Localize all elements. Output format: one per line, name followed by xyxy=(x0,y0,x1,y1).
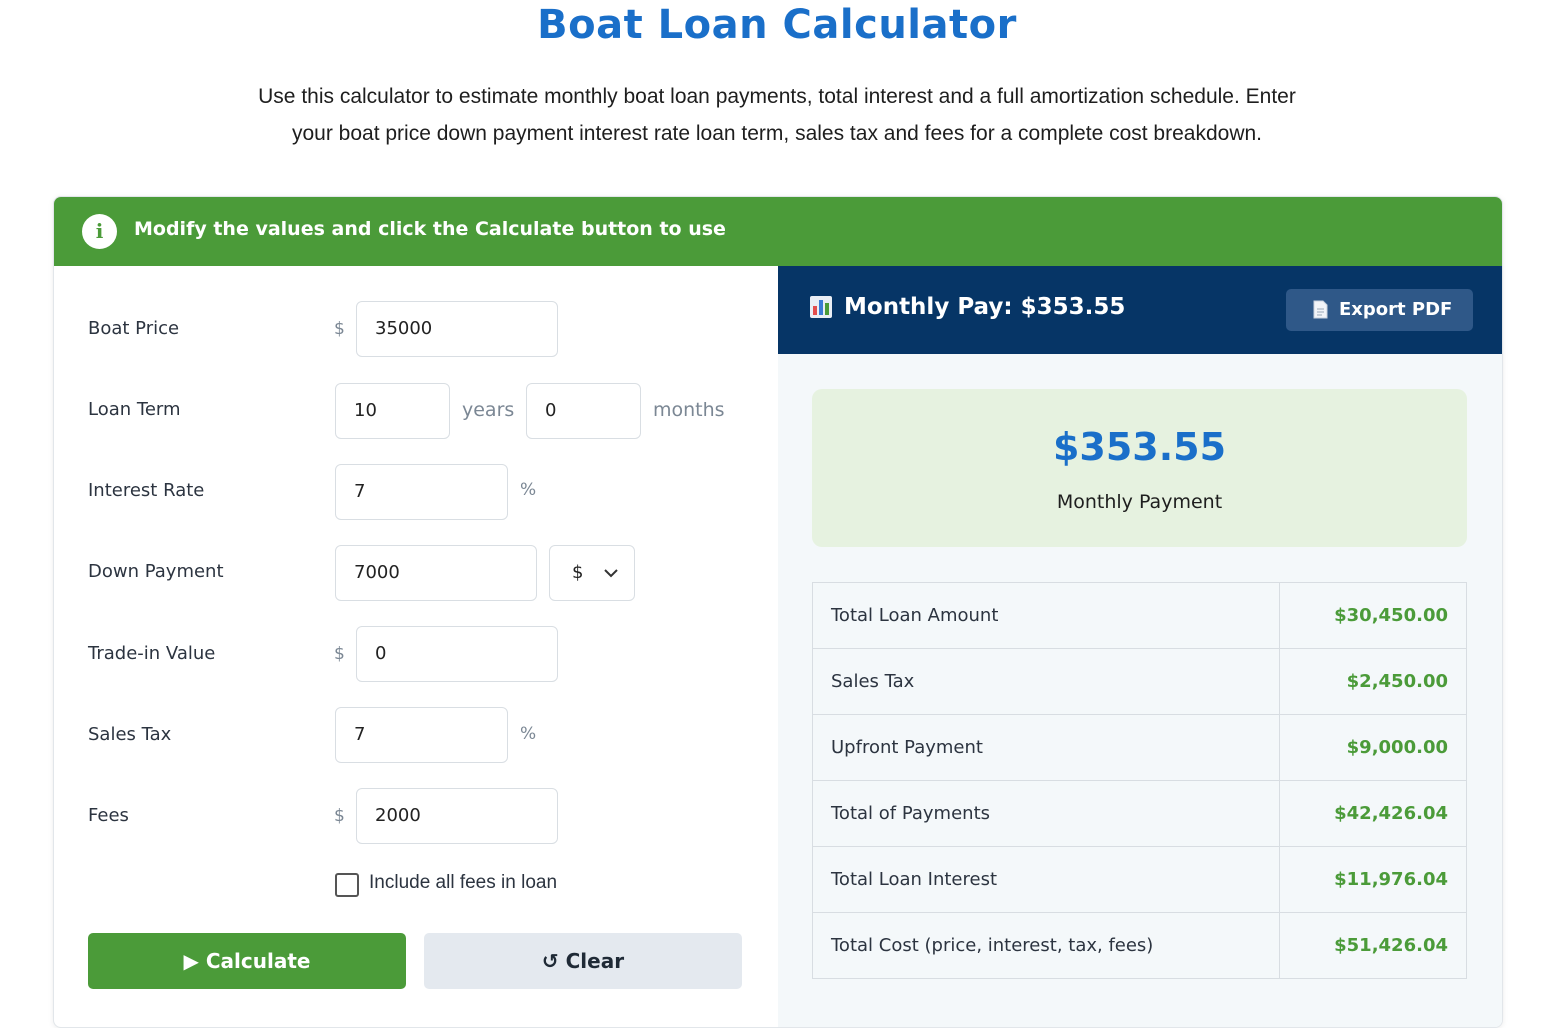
intro-line-1: Use this calculator to estimate monthly … xyxy=(258,85,1296,108)
fees-label: Fees xyxy=(88,805,129,826)
row-value: $51,426.04 xyxy=(1279,912,1467,979)
row-label: Total Loan Amount xyxy=(812,582,1280,649)
down-payment-unit-select[interactable]: $ xyxy=(549,545,635,601)
fees-currency: $ xyxy=(334,806,345,826)
loan-term-label: Loan Term xyxy=(88,399,181,420)
sales-tax-label: Sales Tax xyxy=(88,724,172,745)
down-payment-input[interactable]: 7000 xyxy=(335,545,537,601)
monthly-pay-heading: Monthly Pay: $353.55 xyxy=(844,294,1126,320)
info-icon: i xyxy=(82,214,117,249)
table-row: Upfront Payment $9,000.00 xyxy=(812,714,1467,781)
info-banner: i Modify the values and click the Calcul… xyxy=(54,197,1502,266)
intro-line-2: your boat price down payment interest ra… xyxy=(291,122,1262,145)
monthly-payment-label: Monthly Payment xyxy=(1056,491,1223,513)
banner-text: Modify the values and click the Calculat… xyxy=(134,218,726,240)
include-fees-label[interactable]: Include all fees in loan xyxy=(369,872,557,894)
monthly-payment-amount: $353.55 xyxy=(1052,425,1227,469)
sales-tax-input[interactable]: 7 xyxy=(335,707,508,763)
row-label: Total Loan Interest xyxy=(812,846,1280,913)
document-icon xyxy=(1313,300,1328,319)
export-pdf-button[interactable]: Export PDF xyxy=(1286,289,1473,331)
bar-chart-icon xyxy=(810,296,832,318)
row-label: Upfront Payment xyxy=(812,714,1280,781)
loan-term-months-input[interactable]: 0 xyxy=(526,383,641,439)
monthly-payment-summary: $353.55 Monthly Payment xyxy=(812,389,1467,547)
clear-button[interactable]: ↺ Clear xyxy=(424,933,742,989)
row-value: $2,450.00 xyxy=(1279,648,1467,715)
months-unit: months xyxy=(653,399,725,421)
sales-tax-percent: % xyxy=(520,724,537,744)
table-row: Total of Payments $42,426.04 xyxy=(812,780,1467,847)
export-pdf-label: Export PDF xyxy=(1339,299,1453,320)
boat-price-input[interactable]: 35000 xyxy=(356,301,558,357)
row-value: $30,450.00 xyxy=(1279,582,1467,649)
page-title: Boat Loan Calculator xyxy=(537,2,1017,48)
calculator-card: i Modify the values and click the Calcul… xyxy=(53,196,1503,1028)
years-unit: years xyxy=(462,399,515,421)
trade-in-currency: $ xyxy=(334,644,345,664)
interest-rate-label: Interest Rate xyxy=(88,480,205,501)
row-value: $9,000.00 xyxy=(1279,714,1467,781)
down-payment-unit-value: $ xyxy=(572,562,584,583)
boat-price-label: Boat Price xyxy=(88,318,180,339)
row-value: $42,426.04 xyxy=(1279,780,1467,847)
trade-in-label: Trade-in Value xyxy=(88,643,216,664)
down-payment-label: Down Payment xyxy=(88,561,224,582)
row-value: $11,976.04 xyxy=(1279,846,1467,913)
table-row: Sales Tax $2,450.00 xyxy=(812,648,1467,715)
fees-input[interactable]: 2000 xyxy=(356,788,558,844)
loan-term-years-input[interactable]: 10 xyxy=(335,383,450,439)
results-header: Monthly Pay: $353.55 Export PDF xyxy=(778,266,1502,354)
cost-breakdown-table: Total Loan Amount $30,450.00 Sales Tax $… xyxy=(812,582,1467,979)
row-label: Total of Payments xyxy=(812,780,1280,847)
calculate-button[interactable]: ▶ Calculate xyxy=(88,933,406,989)
row-label: Total Cost (price, interest, tax, fees) xyxy=(812,912,1280,979)
table-row: Total Loan Interest $11,976.04 xyxy=(812,846,1467,913)
table-row: Total Cost (price, interest, tax, fees) … xyxy=(812,912,1467,979)
table-row: Total Loan Amount $30,450.00 xyxy=(812,582,1467,649)
row-label: Sales Tax xyxy=(812,648,1280,715)
results-panel: Monthly Pay: $353.55 Export PDF $353.55 … xyxy=(778,266,1502,1027)
trade-in-input[interactable]: 0 xyxy=(356,626,558,682)
page-description: Use this calculator to estimate monthly … xyxy=(180,78,1374,152)
include-fees-checkbox[interactable] xyxy=(335,873,359,897)
boat-price-currency: $ xyxy=(334,319,345,339)
chevron-down-icon xyxy=(604,569,618,578)
interest-rate-input[interactable]: 7 xyxy=(335,464,508,520)
interest-rate-percent: % xyxy=(520,480,537,500)
